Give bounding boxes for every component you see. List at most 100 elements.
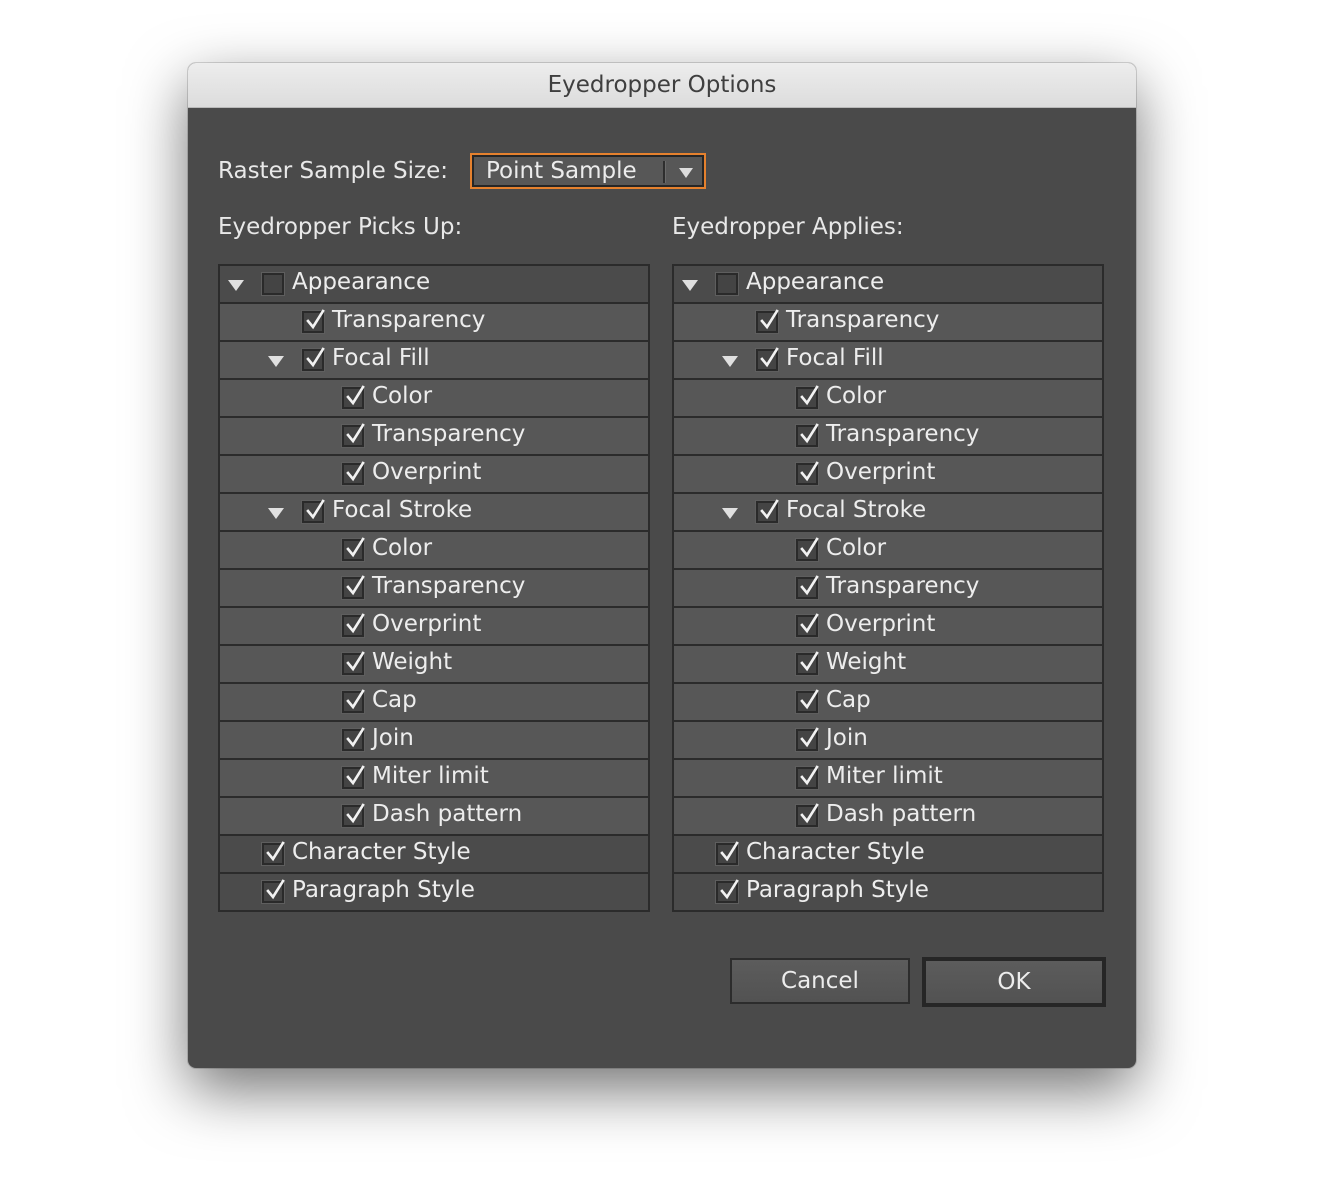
- checkbox[interactable]: [756, 347, 779, 371]
- disclosure-triangle-icon[interactable]: [722, 508, 738, 519]
- checkmark-icon: [266, 879, 285, 900]
- checkbox[interactable]: [342, 385, 365, 409]
- list-item[interactable]: Paragraph Style: [674, 874, 1102, 910]
- disclosure-triangle-icon[interactable]: [268, 356, 284, 367]
- list-item[interactable]: Color: [674, 380, 1102, 416]
- list-item[interactable]: Transparency: [674, 304, 1102, 340]
- list-item-label: Overprint: [826, 611, 936, 637]
- checkmark-icon: [800, 689, 819, 710]
- disclosure-triangle-icon[interactable]: [722, 356, 738, 367]
- checkmark-icon: [760, 499, 779, 520]
- checkbox[interactable]: [756, 309, 779, 333]
- list-item[interactable]: Focal Fill: [674, 342, 1102, 378]
- list-item[interactable]: Appearance: [220, 266, 648, 302]
- checkbox[interactable]: [796, 461, 819, 485]
- checkbox[interactable]: [342, 727, 365, 751]
- checkmark-icon: [760, 347, 779, 368]
- checkbox[interactable]: [262, 273, 284, 295]
- checkbox[interactable]: [796, 385, 819, 409]
- checkbox[interactable]: [716, 879, 739, 903]
- checkbox[interactable]: [342, 689, 365, 713]
- list-item-label: Paragraph Style: [292, 877, 475, 903]
- list-item-label: Transparency: [826, 421, 980, 447]
- list-item[interactable]: Focal Stroke: [674, 494, 1102, 530]
- list-item[interactable]: Weight: [220, 646, 648, 682]
- list-item-label: Color: [826, 383, 887, 409]
- list-item[interactable]: Color: [674, 532, 1102, 568]
- list-item-label: Join: [826, 725, 868, 751]
- list-item[interactable]: Focal Stroke: [220, 494, 648, 530]
- checkbox[interactable]: [342, 803, 365, 827]
- checkbox[interactable]: [342, 423, 365, 447]
- checkmark-icon: [800, 727, 819, 748]
- list-item[interactable]: Color: [220, 380, 648, 416]
- checkbox[interactable]: [342, 613, 365, 637]
- checkbox[interactable]: [342, 461, 365, 485]
- list-item[interactable]: Weight: [674, 646, 1102, 682]
- disclosure-triangle-icon[interactable]: [682, 280, 698, 291]
- checkbox[interactable]: [796, 689, 819, 713]
- list-item[interactable]: Dash pattern: [220, 798, 648, 834]
- checkbox[interactable]: [796, 613, 819, 637]
- list-item-label: Overprint: [372, 459, 482, 485]
- list-item-label: Weight: [826, 649, 907, 675]
- checkbox[interactable]: [796, 423, 819, 447]
- checkbox[interactable]: [342, 575, 365, 599]
- checkbox[interactable]: [302, 309, 325, 333]
- list-item[interactable]: Cap: [220, 684, 648, 720]
- list-item[interactable]: Transparency: [674, 418, 1102, 454]
- disclosure-triangle-icon[interactable]: [228, 280, 244, 291]
- checkbox[interactable]: [716, 273, 738, 295]
- ok-button[interactable]: OK: [922, 957, 1106, 1007]
- checkbox[interactable]: [756, 499, 779, 523]
- checkbox[interactable]: [342, 651, 365, 675]
- list-item[interactable]: Transparency: [220, 418, 648, 454]
- dropdown-separator: [663, 161, 666, 183]
- checkbox[interactable]: [302, 347, 325, 371]
- checkbox[interactable]: [796, 575, 819, 599]
- raster-sample-size-dropdown[interactable]: Point Sample: [470, 153, 706, 189]
- checkbox[interactable]: [796, 651, 819, 675]
- disclosure-triangle-icon[interactable]: [268, 508, 284, 519]
- list-item[interactable]: Color: [220, 532, 648, 568]
- cancel-button[interactable]: Cancel: [730, 958, 910, 1004]
- checkmark-icon: [760, 309, 779, 330]
- list-item-label: Join: [372, 725, 414, 751]
- list-item[interactable]: Overprint: [674, 456, 1102, 492]
- list-item-label: Focal Stroke: [786, 497, 927, 523]
- list-item[interactable]: Dash pattern: [674, 798, 1102, 834]
- list-item[interactable]: Paragraph Style: [220, 874, 648, 910]
- list-item-label: Transparency: [826, 573, 980, 599]
- list-item[interactable]: Transparency: [220, 304, 648, 340]
- dialog-titlebar[interactable]: Eyedropper Options: [188, 63, 1136, 108]
- checkmark-icon: [800, 765, 819, 786]
- list-item-label: Character Style: [292, 839, 471, 865]
- list-item[interactable]: Miter limit: [674, 760, 1102, 796]
- list-item[interactable]: Character Style: [220, 836, 648, 872]
- list-item-label: Appearance: [292, 269, 431, 295]
- list-item[interactable]: Overprint: [220, 608, 648, 644]
- checkbox[interactable]: [796, 727, 819, 751]
- list-item[interactable]: Cap: [674, 684, 1102, 720]
- list-item[interactable]: Overprint: [674, 608, 1102, 644]
- checkbox[interactable]: [796, 537, 819, 561]
- list-item[interactable]: Miter limit: [220, 760, 648, 796]
- checkbox[interactable]: [796, 803, 819, 827]
- checkmark-icon: [346, 765, 365, 786]
- list-item-label: Focal Fill: [332, 345, 430, 371]
- checkbox[interactable]: [262, 841, 285, 865]
- list-item[interactable]: Appearance: [674, 266, 1102, 302]
- checkbox[interactable]: [302, 499, 325, 523]
- checkbox[interactable]: [342, 537, 365, 561]
- list-item[interactable]: Transparency: [674, 570, 1102, 606]
- list-item[interactable]: Transparency: [220, 570, 648, 606]
- checkbox[interactable]: [262, 879, 285, 903]
- list-item[interactable]: Focal Fill: [220, 342, 648, 378]
- checkbox[interactable]: [796, 765, 819, 789]
- checkbox[interactable]: [716, 841, 739, 865]
- list-item[interactable]: Overprint: [220, 456, 648, 492]
- list-item[interactable]: Character Style: [674, 836, 1102, 872]
- checkbox[interactable]: [342, 765, 365, 789]
- list-item[interactable]: Join: [220, 722, 648, 758]
- list-item[interactable]: Join: [674, 722, 1102, 758]
